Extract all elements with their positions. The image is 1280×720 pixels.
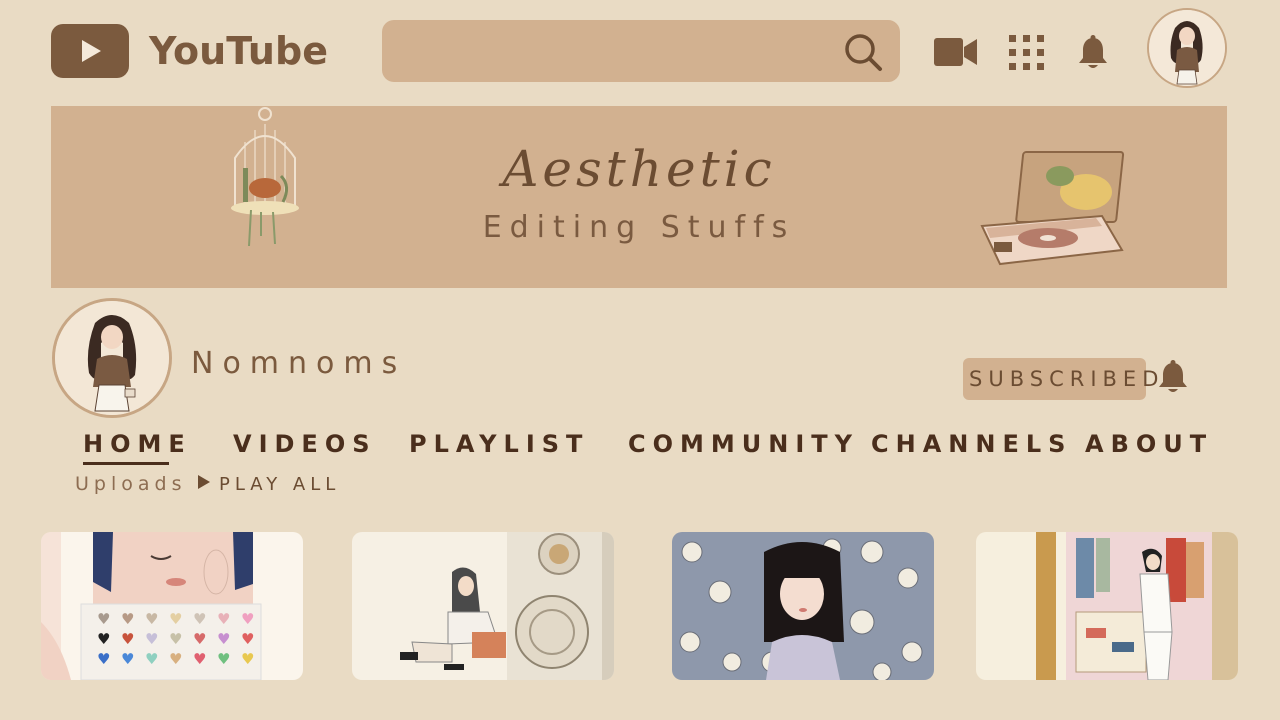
youtube-logo[interactable]: YouTube (51, 24, 328, 78)
svg-text:♥: ♥ (145, 610, 158, 628)
channel-avatar[interactable] (52, 298, 172, 418)
svg-text:♥: ♥ (121, 650, 134, 668)
video-thumbnail[interactable]: ♥ ♥ ♥ ♥ ♥ ♥ ♥ ♥ ♥ ♥ ♥ ♥ ♥ ♥ ♥ ♥ ♥ ♥ ♥ ♥ ♥ (41, 532, 303, 680)
search-bar[interactable] (382, 20, 900, 82)
svg-text:♥: ♥ (169, 610, 182, 628)
svg-text:♥: ♥ (241, 630, 254, 648)
play-all-label: PLAY ALL (219, 474, 341, 495)
subscription-bell-icon[interactable] (1157, 360, 1189, 398)
video-thumbnail[interactable] (976, 532, 1238, 680)
svg-text:♥: ♥ (169, 650, 182, 668)
svg-text:♥: ♥ (121, 610, 134, 628)
svg-text:♥: ♥ (193, 610, 206, 628)
section-title: Uploads (75, 473, 187, 495)
play-icon (197, 474, 211, 495)
svg-text:♥: ♥ (193, 650, 206, 668)
tab-channels[interactable]: CHANNELS (871, 430, 1072, 458)
record-player-illustration (976, 146, 1131, 276)
search-icon[interactable] (842, 31, 886, 75)
play-all-button[interactable]: PLAY ALL (197, 474, 340, 495)
svg-text:♥: ♥ (193, 630, 206, 648)
search-input[interactable] (402, 34, 822, 68)
apps-grid-icon[interactable] (1009, 35, 1045, 75)
svg-text:♥: ♥ (169, 630, 182, 648)
play-icon (51, 24, 129, 78)
channel-name: Nomnoms (191, 346, 407, 381)
tab-community[interactable]: COMMUNITY (628, 430, 859, 458)
svg-text:♥: ♥ (241, 610, 254, 628)
svg-text:♥: ♥ (97, 650, 110, 668)
svg-text:♥: ♥ (97, 630, 110, 648)
svg-text:♥: ♥ (121, 630, 134, 648)
svg-text:♥: ♥ (217, 650, 230, 668)
tab-about[interactable]: ABOUT (1085, 430, 1213, 458)
svg-text:♥: ♥ (241, 650, 254, 668)
svg-text:♥: ♥ (97, 610, 110, 628)
tab-videos[interactable]: VIDEOS (233, 430, 377, 458)
video-thumbnail[interactable] (672, 532, 934, 680)
bell-icon[interactable] (1077, 35, 1109, 75)
channel-banner: Aesthetic Editing Stuffs (51, 106, 1227, 288)
svg-text:♥: ♥ (145, 650, 158, 668)
subscribe-button[interactable]: SUBSCRIBED (963, 358, 1158, 400)
svg-text:♥: ♥ (217, 630, 230, 648)
user-avatar[interactable] (1147, 8, 1227, 88)
svg-text:♥: ♥ (217, 610, 230, 628)
tab-home[interactable]: HOME (83, 430, 192, 458)
svg-text:♥: ♥ (145, 630, 158, 648)
brand-name: YouTube (149, 29, 328, 73)
video-thumbnail[interactable] (352, 532, 614, 680)
tab-playlist[interactable]: PLAYLIST (409, 430, 589, 458)
video-camera-icon[interactable] (933, 36, 979, 72)
active-tab-indicator (83, 462, 169, 465)
